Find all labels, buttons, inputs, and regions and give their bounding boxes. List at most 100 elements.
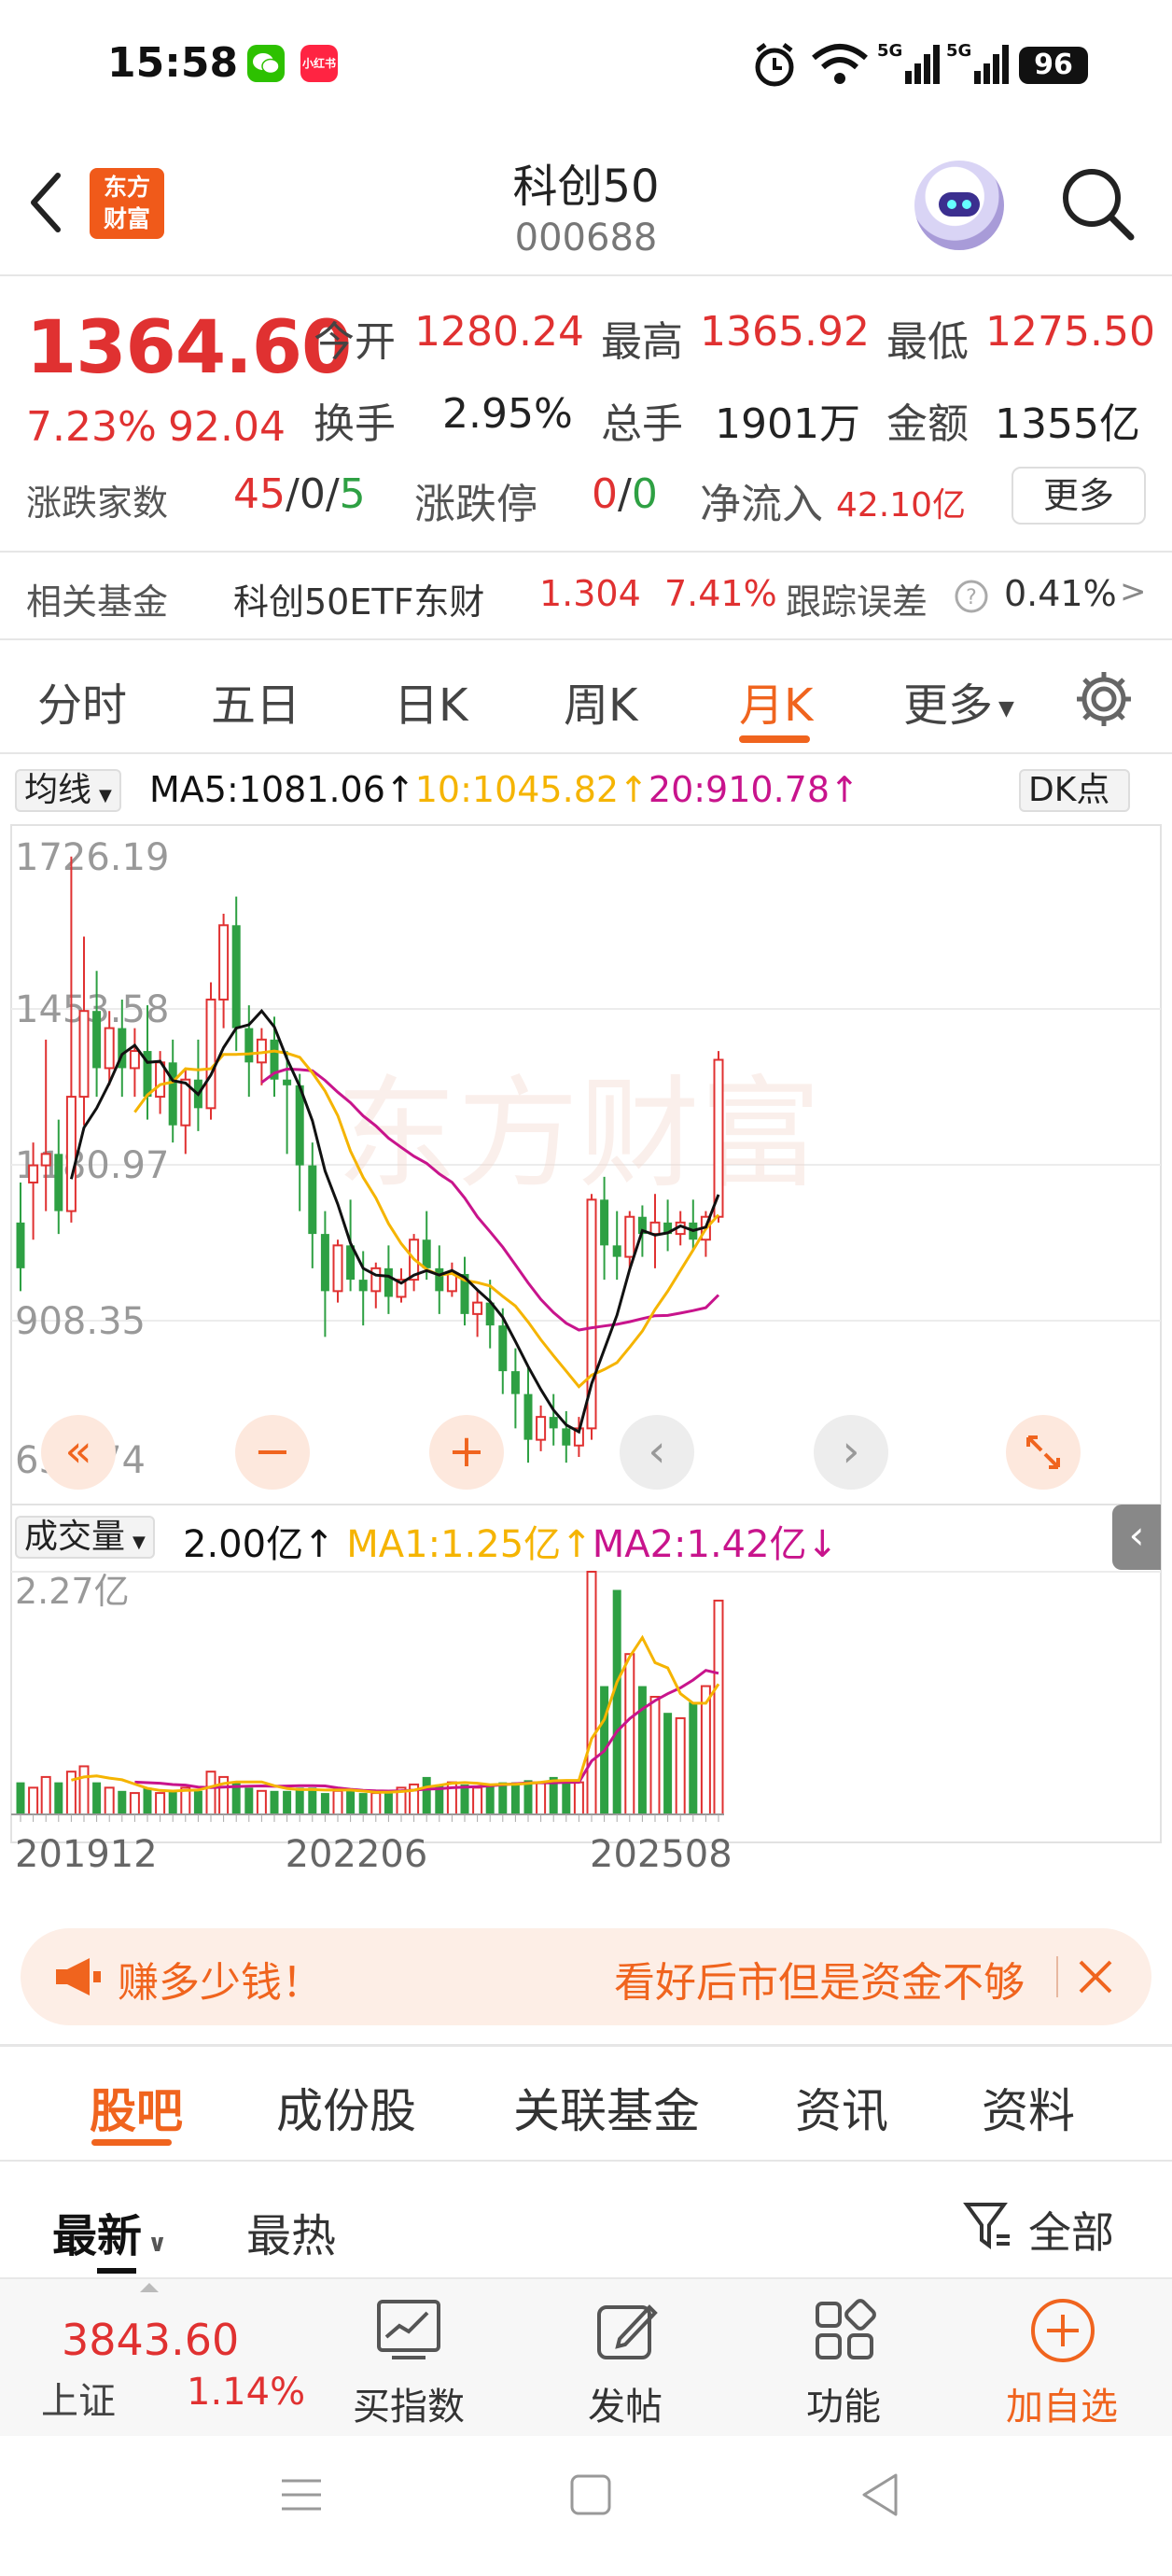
breadth-up: 45	[233, 470, 286, 518]
tab-more-label: 更多	[903, 679, 994, 732]
tab-constituents[interactable]: 成份股	[276, 2074, 416, 2141]
indicator-selector-label: 均线	[24, 771, 92, 809]
indicator-selector[interactable]: 均线 ▼	[15, 769, 121, 812]
fund-price: 1.304	[539, 573, 641, 614]
tab-intraday[interactable]: 分时	[37, 668, 127, 734]
step-right-button[interactable]: ›	[814, 1415, 888, 1490]
candle-body	[624, 1215, 635, 1258]
volume-bar	[485, 1784, 495, 1814]
expand-caret-icon[interactable]	[140, 2283, 159, 2292]
ma5-value: MA5:1081.06↑	[149, 769, 415, 810]
home-icon[interactable]	[569, 2473, 612, 2516]
quote-divider	[0, 551, 1172, 553]
candle-body	[649, 1221, 661, 1236]
related-fund-row[interactable]: 相关基金 科创50ETF东财 1.304 7.41% 跟踪误差 ? 0.41% …	[0, 560, 1172, 635]
turnover-value: 2.95%	[442, 390, 573, 438]
low-label: 最低	[886, 318, 969, 366]
function-label[interactable]: 功能	[771, 2376, 916, 2430]
assistant-robot-icon[interactable]	[914, 161, 1004, 250]
x-tick-label: 202508	[590, 1833, 732, 1876]
settings-gear-icon[interactable]	[1073, 668, 1135, 730]
step-left-button[interactable]: ‹	[620, 1415, 694, 1490]
tab-daily-k[interactable]: 日K	[394, 668, 467, 734]
candle-body	[28, 1164, 39, 1183]
dk-point-button[interactable]: DK点	[1019, 769, 1131, 812]
sort-hot[interactable]: 最热	[246, 2199, 336, 2264]
candle-body	[104, 1027, 115, 1070]
scroll-left-far-button[interactable]: «	[41, 1415, 116, 1490]
candle-body	[231, 925, 241, 1029]
candle-body	[422, 1239, 431, 1268]
megaphone-icon	[56, 1958, 101, 1995]
zoom-out-button[interactable]: −	[235, 1415, 310, 1490]
index-value[interactable]: 3843.60	[62, 2315, 239, 2365]
x-tick-label: 202206	[286, 1833, 428, 1876]
candle-body	[78, 1010, 90, 1099]
inflow-value: 42.10亿	[836, 486, 967, 525]
fund-divider	[0, 638, 1172, 640]
buy-index-icon[interactable]	[373, 2298, 444, 2363]
function-grid-icon[interactable]	[812, 2298, 877, 2363]
kline-chart[interactable]: 东方财富 1726.191453.581180.97908.35635.74 2…	[0, 821, 1172, 1895]
volume-bar	[244, 1787, 254, 1814]
more-button[interactable]: 更多	[1012, 467, 1146, 525]
menu-icon[interactable]	[280, 2473, 323, 2516]
filter-icon[interactable]	[963, 2199, 1015, 2253]
volume-bar	[460, 1784, 469, 1814]
news-ticker[interactable]: 赚多少钱！ 看好后市但是资金不够	[21, 1928, 1151, 2025]
index-name: 上证	[41, 2380, 116, 2423]
buy-index-label[interactable]: 买指数	[336, 2376, 481, 2430]
candle-body	[384, 1267, 393, 1297]
header-divider	[0, 274, 1172, 276]
tab-monthly-k[interactable]: 月K	[739, 668, 813, 734]
svg-text:5G: 5G	[946, 41, 971, 61]
volume-indicator-selector[interactable]: 成交量 ▼	[15, 1516, 155, 1559]
volume-bar	[320, 1793, 329, 1814]
open-label: 今开	[314, 318, 396, 366]
inflow-label: 净流入	[700, 481, 823, 528]
volume-bar	[562, 1780, 571, 1814]
volume-grid: 2.27亿	[11, 1571, 1161, 1612]
search-icon[interactable]	[1058, 164, 1137, 243]
back-nav-icon[interactable]	[858, 2471, 901, 2518]
open-value: 1280.24	[414, 308, 584, 356]
ribbon-divider	[0, 2044, 1172, 2047]
sort-latest[interactable]: 最新 ∨	[52, 2199, 167, 2264]
dk-label: DK点	[1028, 771, 1110, 809]
post-label[interactable]: 发帖	[552, 2376, 698, 2430]
candle-body	[472, 1301, 483, 1315]
candle-body	[320, 1234, 329, 1292]
tab-guba[interactable]: 股吧	[90, 2074, 183, 2141]
tab-profile[interactable]: 资料	[982, 2074, 1075, 2141]
add-watchlist-icon[interactable]	[1028, 2296, 1097, 2365]
tab-news[interactable]: 资讯	[795, 2074, 888, 2141]
tab-weekly-k[interactable]: 周K	[564, 668, 637, 734]
y-tick-label: 1726.19	[15, 836, 169, 879]
tab-five-day[interactable]: 五日	[211, 668, 300, 734]
svg-text:?: ?	[966, 586, 977, 609]
candle-body	[713, 1058, 724, 1218]
vol-ma2-value: MA2:1.42亿↓	[592, 1523, 839, 1566]
tab-more[interactable]: 更多 ▼	[903, 668, 1014, 734]
volume-bar	[92, 1782, 102, 1814]
breadth-down: 5	[339, 470, 366, 518]
tracking-error-value: 0.41%	[1004, 573, 1117, 614]
x-tick-label: 201912	[15, 1833, 158, 1876]
vol-value: 2.00亿↑	[183, 1523, 335, 1566]
add-watchlist-label[interactable]: 加自选	[989, 2376, 1135, 2430]
bottom-tab-underline	[91, 2139, 172, 2146]
fullscreen-button[interactable]	[1006, 1415, 1081, 1490]
help-icon[interactable]: ?	[954, 579, 989, 614]
ma20-value: 20:910.78↑	[648, 769, 859, 810]
change-percent: 7.23%	[26, 403, 157, 451]
wifi-icon	[812, 44, 868, 84]
filter-all[interactable]: 全部	[1028, 2199, 1114, 2261]
svg-text:5G: 5G	[877, 41, 902, 61]
close-icon[interactable]	[1075, 1956, 1116, 1997]
zoom-in-button[interactable]: +	[429, 1415, 504, 1490]
tab-related-funds[interactable]: 关联基金	[513, 2074, 700, 2141]
post-icon[interactable]	[593, 2298, 661, 2363]
ticker-right-text: 看好后市但是资金不够	[614, 1959, 1025, 2007]
high-label: 最高	[601, 318, 683, 366]
collapse-panel-button[interactable]: ‹	[1112, 1505, 1161, 1570]
